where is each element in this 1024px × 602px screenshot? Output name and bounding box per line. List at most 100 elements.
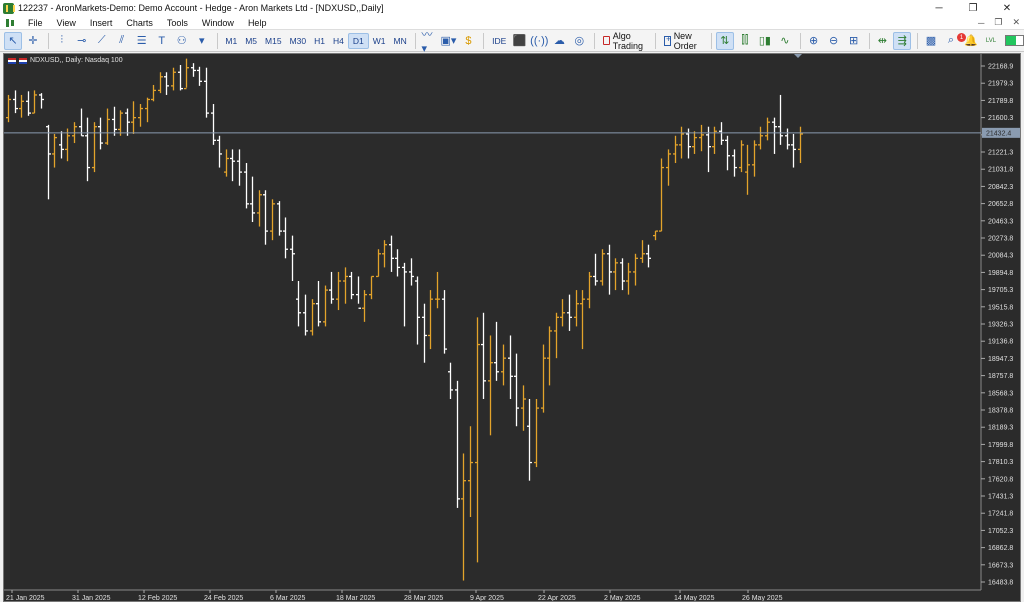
- toolbar-separator: [414, 32, 416, 49]
- timeframe-m1[interactable]: M1: [221, 33, 241, 49]
- chart-symbol-label: NDXUSD,, Daily: Nasdaq 100: [8, 57, 123, 64]
- y-tick-label: 19894.8: [988, 270, 1013, 277]
- level-progress-bar: [1005, 35, 1024, 46]
- chart-shift-icon[interactable]: ⇹: [873, 32, 891, 50]
- y-tick-label: 20652.8: [988, 201, 1013, 208]
- timeframe-h4[interactable]: H4: [329, 33, 348, 49]
- chart-title: NDXUSD,, Daily: Nasdaq 100: [30, 57, 123, 64]
- menu-help[interactable]: Help: [241, 18, 274, 28]
- algo-trading-button[interactable]: Algo Trading: [599, 31, 651, 51]
- crosshair-icon[interactable]: ✛: [24, 32, 42, 50]
- trend-line-icon[interactable]: ⟋: [93, 32, 111, 50]
- menu-window[interactable]: Window: [195, 18, 241, 28]
- timeframe-h1[interactable]: H1: [310, 33, 329, 49]
- y-tick-label: 17999.8: [988, 442, 1013, 449]
- doc-close-button[interactable]: ✕: [1012, 17, 1020, 28]
- y-tick-label: 20842.3: [988, 184, 1013, 191]
- shapes-icon[interactable]: ⚇: [173, 32, 191, 50]
- timeframe-d1[interactable]: D1: [347, 32, 369, 49]
- text-tool-icon[interactable]: T: [153, 32, 171, 50]
- us-flag-icon: [8, 57, 16, 64]
- minimize-button[interactable]: ─: [922, 0, 956, 16]
- chevron-down-icon[interactable]: ▾: [193, 32, 211, 50]
- y-tick-label: 18757.8: [988, 373, 1013, 380]
- x-tick-label: 18 Mar 2025: [336, 595, 375, 602]
- y-tick-label: 16483.8: [988, 580, 1013, 587]
- stop-icon: [603, 36, 610, 45]
- y-tick-label: 19515.8: [988, 304, 1013, 311]
- y-tick-label: 17620.8: [988, 476, 1013, 483]
- signal-icon[interactable]: ((·)): [530, 32, 548, 50]
- doc-minimize-button[interactable]: ─: [978, 18, 984, 28]
- price-chart[interactable]: 22168.921979.321789.821600.321410.821221…: [4, 54, 1021, 602]
- y-tick-label: 18378.8: [988, 408, 1013, 415]
- ide-button[interactable]: IDE: [488, 33, 510, 49]
- menu-file[interactable]: File: [21, 18, 50, 28]
- menu-view[interactable]: View: [50, 18, 83, 28]
- x-tick-label: 28 Mar 2025: [404, 595, 443, 602]
- market-icon[interactable]: $: [459, 32, 477, 50]
- x-tick-label: 6 Mar 2025: [270, 595, 306, 602]
- timeframe-m15[interactable]: M15: [261, 33, 286, 49]
- tile-windows-icon[interactable]: ⊞: [845, 32, 863, 50]
- depth-of-market-icon[interactable]: ⇅: [715, 31, 734, 50]
- x-tick-label: 31 Jan 2025: [72, 595, 111, 602]
- timeframe-w1[interactable]: W1: [369, 33, 390, 49]
- menu-charts[interactable]: Charts: [119, 18, 160, 28]
- chart-window-icon: [5, 18, 15, 28]
- horizontal-line-icon[interactable]: ⊸: [73, 32, 91, 50]
- doc-restore-button[interactable]: ❐: [994, 17, 1002, 28]
- level-label: LVL: [985, 37, 997, 44]
- toolbar-separator: [868, 32, 870, 49]
- toolbar-separator: [799, 32, 801, 49]
- autoscroll-icon[interactable]: ⇶: [893, 31, 912, 50]
- y-tick-label: 18568.3: [988, 390, 1013, 397]
- vps-icon[interactable]: ◎: [570, 32, 588, 50]
- y-tick-label: 17431.3: [988, 494, 1013, 501]
- document-controls: ─ ❐ ✕: [978, 16, 1020, 29]
- y-tick-label: 21789.8: [988, 98, 1013, 105]
- toolbar-separator: [216, 32, 218, 49]
- toolbar-separator: [594, 32, 596, 49]
- close-button[interactable]: ✕: [990, 0, 1024, 16]
- timeframe-m5[interactable]: M5: [241, 33, 261, 49]
- new-order-button[interactable]: New Order: [660, 31, 707, 51]
- y-tick-label: 16673.3: [988, 562, 1013, 569]
- vertical-line-icon[interactable]: ⫶: [53, 32, 71, 50]
- chart-area[interactable]: NDXUSD,, Daily: Nasdaq 100 22168.9 21979.…: [3, 53, 1021, 602]
- title-bar: 122237 - AronMarkets-Demo: Demo Account …: [0, 0, 1024, 16]
- channel-icon[interactable]: ⫽: [113, 32, 131, 50]
- x-tick-label: 9 Apr 2025: [470, 595, 504, 602]
- briefcase-icon[interactable]: ⬛: [510, 32, 528, 50]
- line-chart-icon[interactable]: ∿: [776, 32, 794, 50]
- restore-button[interactable]: ❐: [956, 0, 990, 16]
- x-tick-label: 22 Apr 2025: [538, 595, 576, 602]
- templates-icon[interactable]: ▣▾: [439, 32, 457, 50]
- window-controls: ─ ❐ ✕: [922, 0, 1024, 16]
- x-tick-label: 24 Feb 2025: [204, 595, 243, 602]
- y-tick-label: 18189.3: [988, 425, 1013, 432]
- x-tick-label: 2 May 2025: [604, 595, 641, 602]
- screenshot-icon[interactable]: ▩: [922, 32, 940, 50]
- timeframe-m30[interactable]: M30: [286, 33, 311, 49]
- indicators-icon[interactable]: 〰▾: [419, 29, 437, 55]
- candlestick-icon[interactable]: ▯▮: [756, 32, 774, 50]
- bar-chart-icon[interactable]: ⫿⫿: [736, 32, 754, 50]
- fibonacci-icon[interactable]: ☰: [133, 32, 151, 50]
- cursor-icon[interactable]: ↖: [4, 31, 22, 50]
- y-tick-label: 21600.3: [988, 115, 1013, 122]
- menu-insert[interactable]: Insert: [83, 18, 120, 28]
- x-tick-label: 12 Feb 2025: [138, 595, 177, 602]
- y-tick-label: 17810.3: [988, 459, 1013, 466]
- cloud-icon[interactable]: ☁: [550, 32, 568, 50]
- timeframe-mn[interactable]: MN: [390, 33, 411, 49]
- zoom-out-icon[interactable]: ⊖: [825, 32, 843, 50]
- main-toolbar: ↖ ✛ ⫶ ⊸ ⟋ ⫽ ☰ T ⚇ ▾ M1 M5 M15 M30 H1 H4 …: [0, 29, 1024, 55]
- toolbar-separator: [483, 32, 485, 49]
- menu-tools[interactable]: Tools: [160, 18, 195, 28]
- notification-badge: 1: [957, 33, 966, 42]
- window-title: 122237 - AronMarkets-Demo: Demo Account …: [18, 3, 384, 13]
- x-tick-label: 21 Jan 2025: [6, 595, 45, 602]
- new-order-icon: [663, 34, 671, 46]
- zoom-in-icon[interactable]: ⊕: [805, 32, 823, 50]
